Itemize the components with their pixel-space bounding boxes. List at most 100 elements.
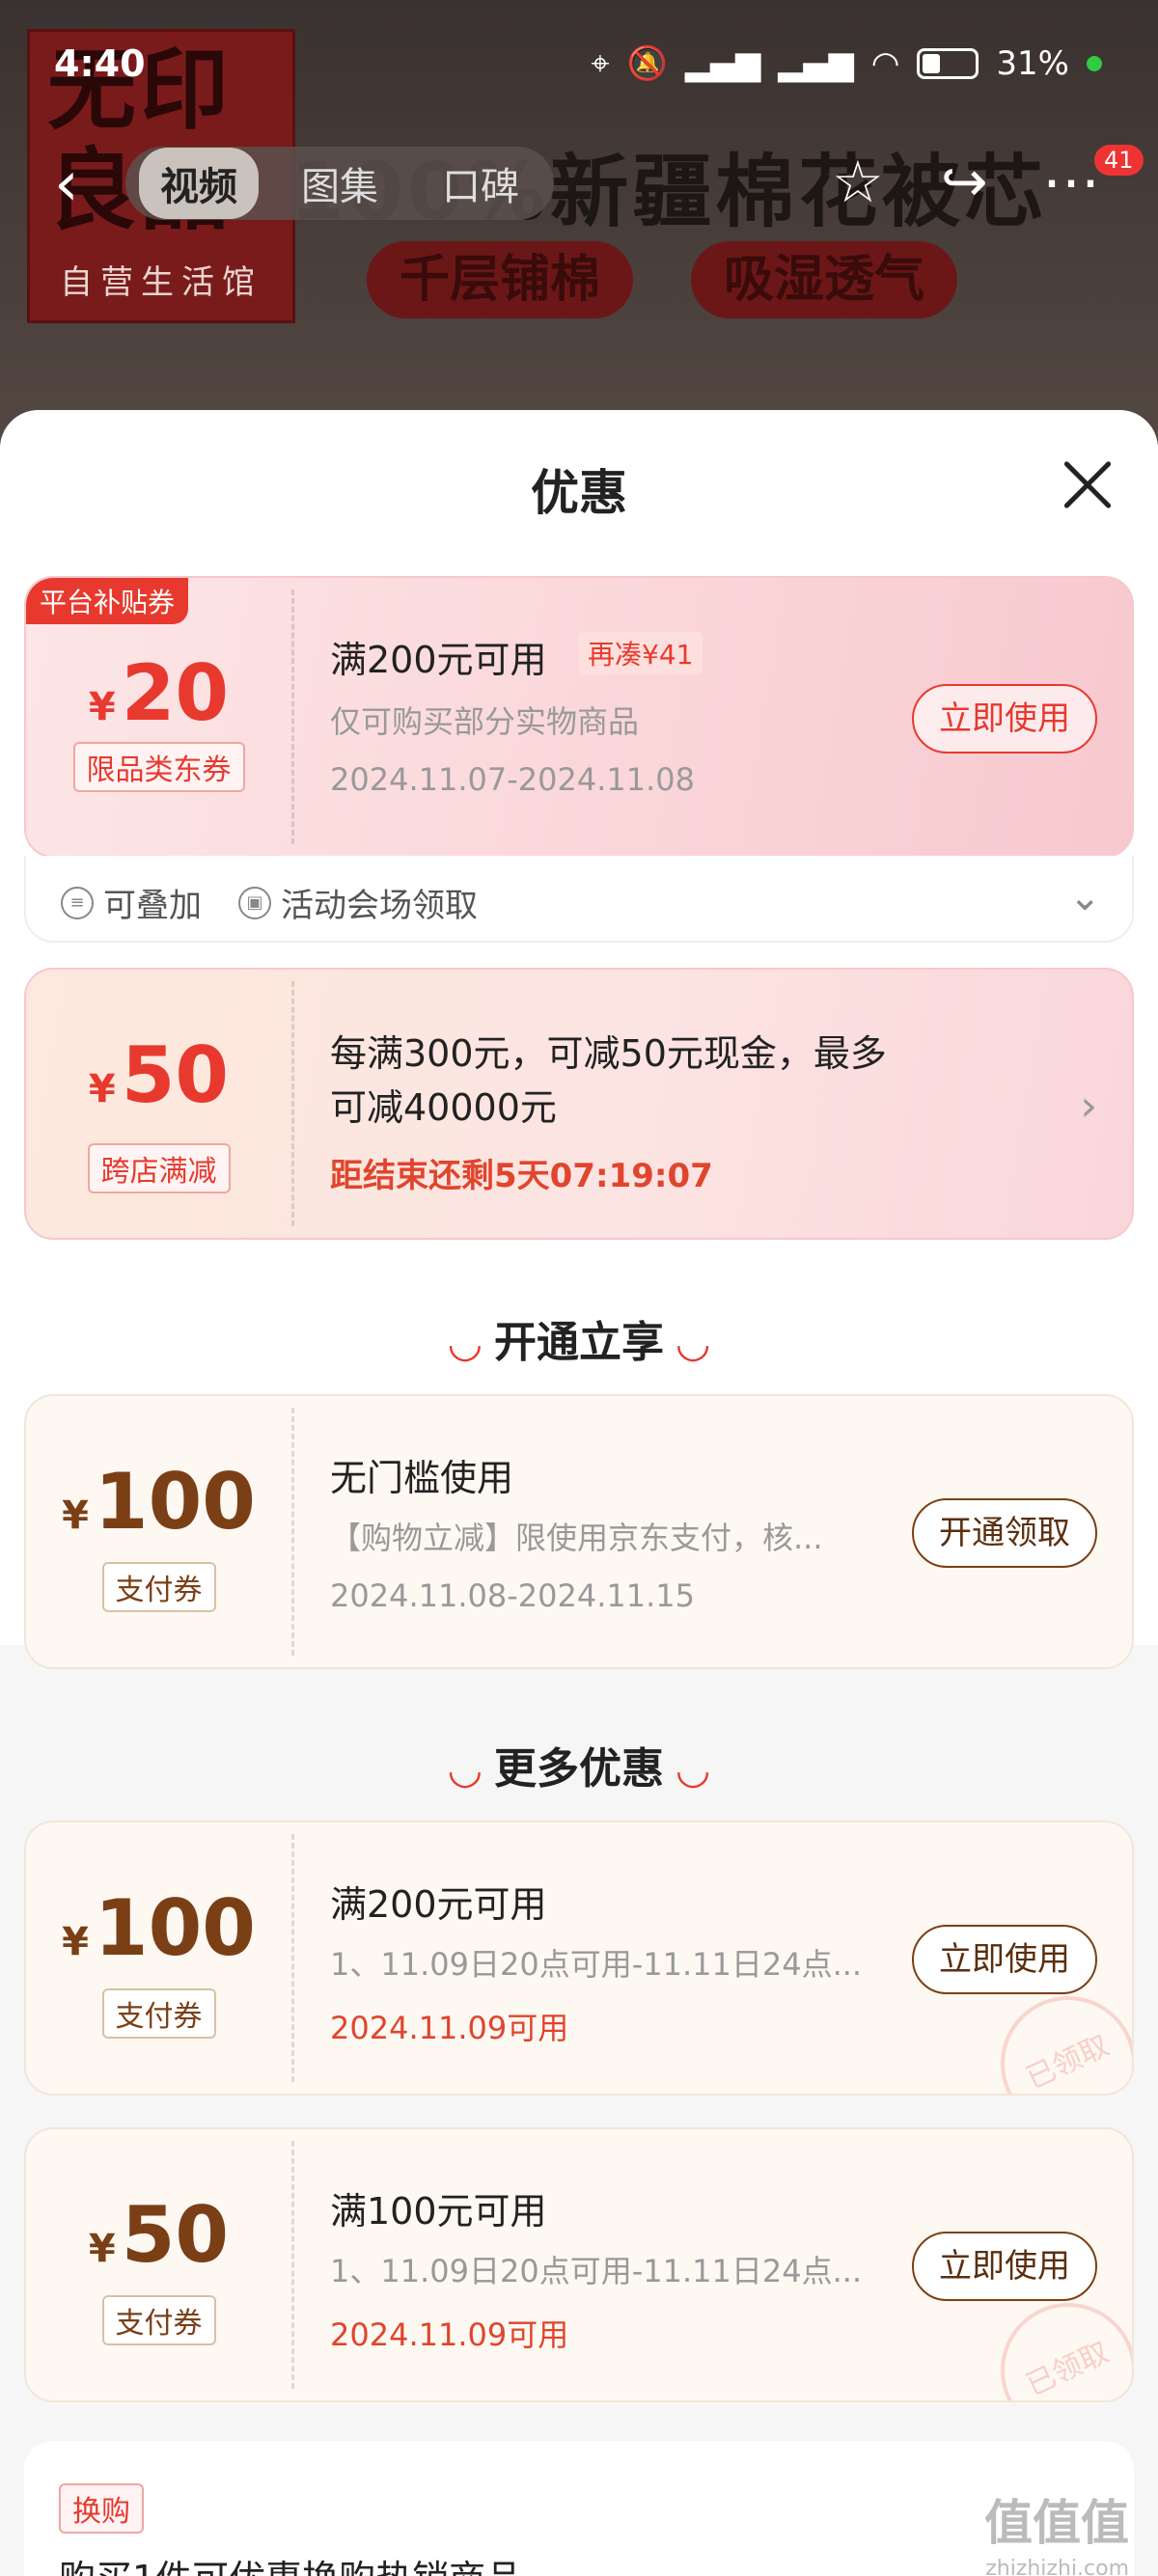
smile-icon: ◡ bbox=[677, 1319, 709, 1366]
coupon-countdown: 距结束还剩5天07:19:07 bbox=[330, 1157, 713, 1195]
coupon-amount-value: 20 bbox=[121, 648, 230, 738]
coupon-payment-open[interactable]: ¥ 100 支付券 无门槛使用 【购物立减】限使用京东支付，核... 2024.… bbox=[24, 1394, 1134, 1669]
back-arrow-icon[interactable]: ‹ bbox=[54, 149, 79, 220]
coupon-date: 2024.11.07-2024.11.08 bbox=[330, 761, 695, 798]
coupon-desc: 【购物立减】限使用京东支付，核... bbox=[330, 1520, 823, 1556]
meta-stackable: ≡ 可叠加 bbox=[61, 879, 202, 926]
signal-icon: ▂▄▆ bbox=[684, 44, 761, 83]
signal-icon-2: ▂▄▆ bbox=[778, 44, 854, 83]
chevron-down-icon[interactable]: ⌄ bbox=[1068, 875, 1101, 919]
tab-reviews[interactable]: 口碑 bbox=[421, 148, 540, 219]
sheet-header: 优惠 bbox=[0, 410, 1158, 555]
coupon-title: 满200元可用 bbox=[330, 639, 547, 681]
section-open-header: ◡ 开通立享 ◡ bbox=[0, 1307, 1158, 1369]
coupon-divider bbox=[291, 2141, 294, 2389]
coupon-type-tag: 支付券 bbox=[101, 1988, 216, 2039]
location-icon: ⌖ bbox=[591, 44, 610, 83]
currency-symbol: ¥ bbox=[62, 1920, 89, 1964]
tab-video[interactable]: 视频 bbox=[139, 148, 259, 219]
coupon-type-tag: 限品类东券 bbox=[72, 742, 245, 792]
coupon-title: 无门槛使用 bbox=[330, 1457, 514, 1499]
exchange-tag: 换购 bbox=[59, 2483, 144, 2534]
status-icons: ⌖ 🔕 ▂▄▆ ▂▄▆ ◠ 31% bbox=[591, 44, 1102, 83]
status-bar: 4:40 ⌖ 🔕 ▂▄▆ ▂▄▆ ◠ 31% bbox=[0, 0, 1158, 130]
activate-claim-button[interactable]: 开通领取 bbox=[912, 1498, 1097, 1568]
coupon-payment-50[interactable]: ¥ 50 支付券 满100元可用 1、11.09日20点可用-11.11日24点… bbox=[24, 2127, 1134, 2402]
meta-source: ▣ 活动会场领取 bbox=[238, 879, 478, 926]
smile-icon: ◡ bbox=[449, 1319, 481, 1366]
coupon-amount-value: 50 bbox=[121, 2190, 230, 2280]
coupon-amount-value: 100 bbox=[94, 1883, 256, 1973]
meta-stackable-label: 可叠加 bbox=[103, 887, 202, 925]
coupon-amount: ¥ 100 bbox=[26, 1890, 291, 1967]
coupon-title-line1: 每满300元，可减50元现金，最多 bbox=[330, 1032, 887, 1075]
coupon-amount: ¥ 50 bbox=[26, 1037, 291, 1114]
watermark-url: zhizhizhi.com bbox=[985, 2557, 1129, 2576]
brand-logo-sub: 自营生活馆 bbox=[60, 263, 262, 302]
exchange-text: 购买1件可优惠换购热销商品 bbox=[59, 2549, 522, 2576]
exchange-offer-card[interactable]: 换购 购买1件可优惠换购热销商品 bbox=[24, 2441, 1134, 2576]
coupon-divider bbox=[291, 589, 294, 844]
discount-sheet: 优惠 平台补贴券 ¥ 20 限品类东券 满200元可用 再凑¥41 仅可购买部分… bbox=[0, 410, 1158, 2576]
use-now-button[interactable]: 立即使用 bbox=[912, 684, 1097, 754]
chevron-right-icon[interactable]: › bbox=[1080, 1082, 1097, 1131]
sheet-title: 优惠 bbox=[531, 465, 627, 521]
coupon-desc: 1、11.09日20点可用-11.11日24点... bbox=[330, 1946, 863, 1983]
stack-icon: ≡ bbox=[61, 886, 94, 919]
ticket-icon: ▣ bbox=[238, 886, 271, 919]
section-more-title: 更多优惠 bbox=[494, 1744, 664, 1794]
currency-symbol: ¥ bbox=[62, 1494, 89, 1538]
coupon-amount: ¥ 20 bbox=[26, 655, 291, 732]
coupon-divider bbox=[291, 981, 294, 1226]
coupon-type-tag: 支付券 bbox=[101, 1562, 216, 1612]
favorite-star-icon[interactable]: ☆ bbox=[832, 149, 884, 216]
use-now-button[interactable]: 立即使用 bbox=[912, 1925, 1097, 1994]
tab-gallery[interactable]: 图集 bbox=[280, 148, 400, 219]
privacy-dot-icon bbox=[1087, 56, 1102, 71]
coupon-type-tag: 支付券 bbox=[101, 2295, 216, 2345]
battery-icon bbox=[917, 48, 979, 79]
watermark-logo: 值值值 bbox=[984, 2495, 1129, 2551]
coupon-desc: 1、11.09日20点可用-11.11日24点... bbox=[330, 2253, 863, 2289]
coupon-meta-row: ≡ 可叠加 ▣ 活动会场领取 ⌄ bbox=[24, 856, 1134, 943]
coupon-title-line2: 可减40000元 bbox=[330, 1086, 557, 1129]
coupon-amount-value: 100 bbox=[94, 1457, 256, 1547]
coupon-amount: ¥ 100 bbox=[26, 1464, 291, 1541]
currency-symbol: ¥ bbox=[88, 685, 116, 729]
coupon-date: 2024.11.09可用 bbox=[330, 2316, 569, 2353]
coupon-platform-subsidy[interactable]: 平台补贴券 ¥ 20 限品类东券 满200元可用 再凑¥41 仅可购买部分实物商… bbox=[24, 576, 1134, 858]
bell-muted-icon: 🔕 bbox=[626, 44, 668, 83]
coupon-payment-100[interactable]: ¥ 100 支付券 满200元可用 1、11.09日20点可用-11.11日24… bbox=[24, 1821, 1134, 2096]
coupon-extra-tag: 再凑¥41 bbox=[578, 632, 703, 674]
coupon-value-area: ¥ 100 支付券 bbox=[26, 1396, 291, 1667]
more-icon[interactable]: ⋯ bbox=[1042, 149, 1100, 216]
coupon-value-area: ¥ 20 限品类东券 bbox=[26, 578, 291, 856]
wifi-icon: ◠ bbox=[870, 44, 900, 83]
coupon-cross-store[interactable]: ¥ 50 跨店满减 每满300元，可减50元现金，最多 可减40000元 距结束… bbox=[24, 968, 1134, 1240]
coupon-date: 2024.11.08-2024.11.15 bbox=[330, 1577, 695, 1614]
coupon-value-area: ¥ 50 跨店满减 bbox=[26, 970, 291, 1238]
media-tabs: 视频 图集 口碑 bbox=[125, 147, 554, 220]
message-badge: 41 bbox=[1094, 145, 1144, 176]
use-now-button[interactable]: 立即使用 bbox=[912, 2232, 1097, 2301]
share-icon[interactable]: ↪ bbox=[941, 149, 988, 214]
currency-symbol: ¥ bbox=[88, 2227, 116, 2271]
smile-icon: ◡ bbox=[449, 1745, 481, 1793]
close-icon[interactable] bbox=[1054, 451, 1121, 518]
coupon-title: 满200元可用 bbox=[330, 1883, 547, 1926]
banner-tag-2: 吸湿透气 bbox=[691, 241, 958, 318]
coupon-desc: 仅可购买部分实物商品 bbox=[330, 703, 640, 740]
coupon-amount: ¥ 50 bbox=[26, 2197, 291, 2274]
product-nav-bar: ‹ 视频 图集 口碑 ☆ ↪ ⋯ 41 bbox=[0, 135, 1158, 232]
battery-percent: 31% bbox=[996, 44, 1069, 83]
banner-tag-1: 千层铺棉 bbox=[367, 241, 634, 318]
coupon-date: 2024.11.09可用 bbox=[330, 2010, 569, 2046]
coupon-amount-value: 50 bbox=[121, 1030, 230, 1120]
status-time: 4:40 bbox=[54, 42, 146, 85]
coupon-value-area: ¥ 50 支付券 bbox=[26, 2129, 291, 2400]
section-open-title: 开通立享 bbox=[494, 1318, 664, 1367]
section-more-header: ◡ 更多优惠 ◡ bbox=[0, 1734, 1158, 1795]
currency-symbol: ¥ bbox=[88, 1067, 116, 1111]
coupon-value-area: ¥ 100 支付券 bbox=[26, 1822, 291, 2094]
smile-icon: ◡ bbox=[677, 1745, 709, 1793]
